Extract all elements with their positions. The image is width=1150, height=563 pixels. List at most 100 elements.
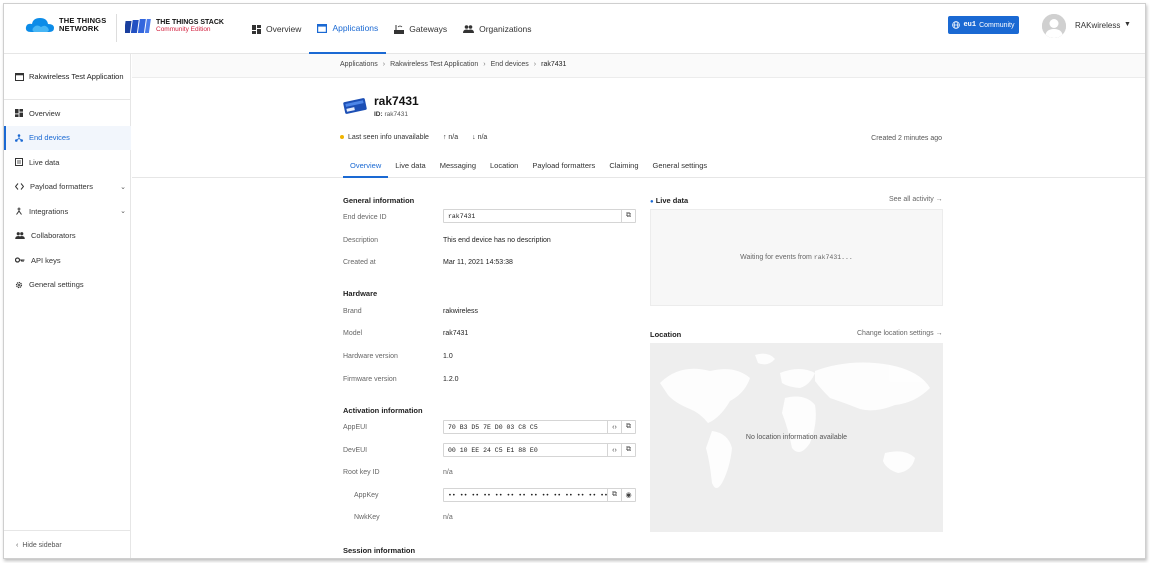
nav-organizations-label: Organizations — [479, 24, 532, 34]
integration-icon — [16, 207, 22, 216]
sidebar-item-live-data[interactable]: Live data — [4, 150, 131, 175]
ttn-logo[interactable]: THE THINGS NETWORK — [25, 16, 106, 34]
root-key-label: Root key ID — [343, 469, 380, 476]
deveui-value[interactable]: 00 10 EE 24 C5 E1 88 E0 — [444, 447, 607, 454]
no-location-message: No location information available — [745, 434, 848, 441]
appkey-value[interactable]: •• •• •• •• •• •• •• •• •• •• •• •• •• •… — [444, 492, 607, 499]
copy-icon[interactable]: ⧉ — [621, 421, 635, 433]
created-at-label: Created at — [343, 259, 376, 266]
hide-sidebar-label: Hide sidebar — [22, 542, 62, 549]
deveui-field: 00 10 EE 24 C5 E1 88 E0 ‹› ⧉ — [443, 443, 636, 457]
window-icon — [317, 23, 328, 33]
sidebar-item-end-devices[interactable]: End devices — [4, 125, 131, 150]
firmware-version-value: 1.2.0 — [443, 376, 459, 383]
toggle-format-icon[interactable]: ‹› — [607, 444, 621, 456]
waiting-prefix: Waiting for events from — [740, 254, 812, 261]
user-name[interactable]: RAKwireless — [1075, 21, 1120, 30]
waiting-device: rak7431... — [813, 254, 853, 261]
uplink-value: n/a — [448, 134, 459, 141]
user-menu-caret-icon[interactable]: ▼ — [1124, 21, 1131, 28]
appkey-label: AppKey — [354, 492, 379, 499]
header-divider — [116, 14, 117, 42]
copy-icon[interactable]: ⧉ — [621, 210, 635, 222]
device-image-icon — [343, 98, 367, 114]
people-icon — [463, 25, 475, 33]
last-seen-status: Last seen info unavailable — [340, 134, 429, 141]
live-data-box: Waiting for events from rak7431... — [650, 209, 943, 306]
avatar[interactable] — [1042, 14, 1066, 38]
tab-general-settings[interactable]: General settings — [646, 155, 715, 178]
description-label: Description — [343, 237, 379, 244]
sidebar-list: Overview End devices Live data Payload f… — [4, 101, 131, 297]
breadcrumb-end-devices[interactable]: End devices — [491, 61, 529, 68]
tab-live-data[interactable]: Live data — [388, 155, 432, 178]
location-panel-title: Location — [650, 330, 682, 339]
app-title-label: Rakwireless Test Application — [29, 72, 124, 81]
tab-claiming[interactable]: Claiming — [602, 155, 645, 178]
breadcrumb-current: rak7431 — [541, 61, 567, 68]
nav-applications-label: Applications — [332, 23, 379, 33]
breadcrumb-application[interactable]: Rakwireless Test Application — [390, 61, 478, 68]
chevron-down-icon[interactable]: ⌄ — [120, 183, 126, 191]
sidebar-item-general-settings[interactable]: General settings — [4, 273, 131, 298]
nav-overview[interactable]: Overview — [244, 4, 309, 54]
stack-title: THE THINGS STACK — [156, 18, 224, 26]
live-data-panel-title: ● Live data — [650, 196, 688, 205]
top-header: THE THINGS NETWORK THE THINGS STACK Comm… — [4, 4, 1145, 54]
nav-applications[interactable]: Applications — [309, 4, 387, 54]
toggle-format-icon[interactable]: ‹› — [607, 421, 621, 433]
appeui-value[interactable]: 70 B3 D5 7E D0 03 C8 C5 — [444, 424, 607, 431]
change-location-link[interactable]: Change location settings → — [857, 330, 943, 337]
main-content: Applications › Rakwireless Test Applicat… — [132, 54, 1145, 558]
root-key-value: n/a — [443, 469, 453, 476]
end-device-id-value[interactable]: rak7431 — [444, 213, 621, 220]
nav-organizations[interactable]: Organizations — [455, 4, 539, 54]
see-all-activity-link[interactable]: See all activity → — [889, 196, 943, 203]
deveui-label: DevEUI — [343, 447, 368, 454]
nav-overview-label: Overview — [266, 24, 302, 34]
device-header: rak7431 ID: rak7431 Last seen info unava… — [132, 78, 1145, 178]
eye-icon[interactable]: ◉ — [621, 489, 635, 501]
nwkkey-value: n/a — [443, 514, 453, 521]
ttn-logo-line2: NETWORK — [59, 24, 100, 33]
general-info-title: General information — [343, 196, 415, 205]
nav-gateways[interactable]: Gateways — [386, 4, 455, 54]
chevron-down-icon[interactable]: ⌄ — [120, 207, 126, 215]
tab-overview[interactable]: Overview — [343, 155, 389, 178]
sidebar-item-label: Overview — [29, 108, 61, 118]
tab-location[interactable]: Location — [483, 155, 525, 178]
stack-logo[interactable]: THE THINGS STACK Community Edition — [125, 18, 224, 34]
sidebar-item-api-keys[interactable]: API keys — [4, 248, 131, 273]
breadcrumb-chevron-icon: › — [533, 61, 537, 68]
sidebar-item-payload-formatters[interactable]: Payload formatters ⌄ — [4, 175, 131, 200]
key-icon — [15, 257, 25, 263]
cluster-button[interactable]: eu1 Community — [948, 16, 1019, 34]
gateway-icon — [394, 24, 405, 34]
location-map[interactable]: No location information available — [650, 343, 943, 532]
sidebar-item-integrations[interactable]: Integrations ⌄ — [4, 199, 131, 224]
overview-content: General information End device ID rak743… — [132, 179, 1145, 558]
tab-messaging[interactable]: Messaging — [433, 155, 483, 178]
sidebar-item-collaborators[interactable]: Collaborators — [4, 224, 131, 249]
breadcrumb-applications[interactable]: Applications — [340, 61, 378, 68]
end-device-id-label: End device ID — [343, 214, 387, 221]
sidebar: Rakwireless Test Application Overview En… — [4, 54, 131, 558]
created-ago: Created 2 minutes ago — [871, 135, 942, 142]
hide-sidebar-button[interactable]: ‹ Hide sidebar — [4, 530, 131, 558]
main-nav: Overview Applications Gateways Organizat… — [244, 4, 540, 54]
arrow-up-icon: ↑ — [442, 134, 447, 141]
chevron-left-icon: ‹ — [16, 542, 19, 549]
copy-icon[interactable]: ⧉ — [621, 444, 635, 456]
tab-payload-formatters[interactable]: Payload formatters — [525, 155, 602, 178]
appkey-field: •• •• •• •• •• •• •• •• •• •• •• •• •• •… — [443, 488, 636, 502]
downlink-count: ↓ n/a — [472, 134, 487, 141]
description-value: This end device has no description — [443, 237, 551, 244]
end-device-id-field: rak7431 ⧉ — [443, 209, 636, 223]
copy-icon[interactable]: ⧉ — [607, 489, 621, 501]
sidebar-item-overview[interactable]: Overview — [4, 101, 131, 126]
model-label: Model — [343, 330, 363, 337]
hardware-title: Hardware — [343, 289, 378, 298]
browser-frame: THE THINGS NETWORK THE THINGS STACK Comm… — [3, 3, 1146, 559]
appeui-field: 70 B3 D5 7E D0 03 C8 C5 ‹› ⧉ — [443, 420, 636, 434]
brand-label: Brand — [343, 308, 362, 315]
